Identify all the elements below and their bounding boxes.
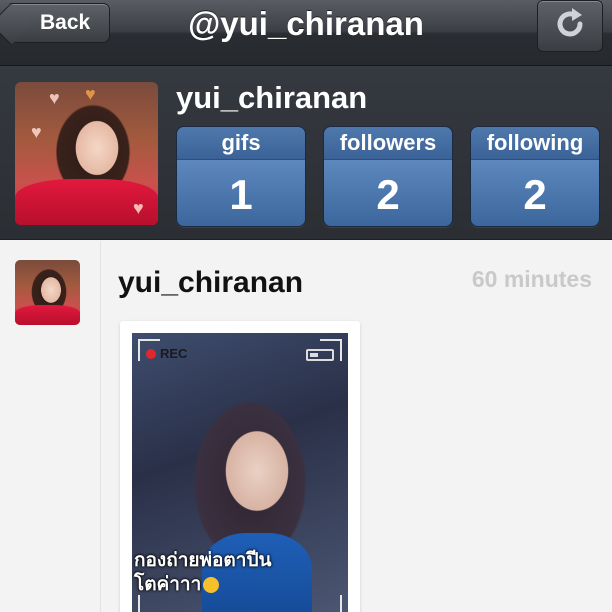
- heart-icon: ♥: [31, 122, 42, 142]
- battery-icon: [306, 349, 334, 361]
- refresh-icon: [551, 5, 589, 48]
- image-caption: กองถ่ายพ่อตาปีน โตค่าาา: [134, 549, 346, 597]
- caption-line-2: โตค่าาา: [134, 573, 346, 597]
- stat-followers[interactable]: followers 2: [323, 126, 453, 227]
- feed: yui_chiranan 60 minutes REC กองถ่ายพ่อตา…: [0, 241, 612, 612]
- post-timestamp: 60 minutes: [471, 266, 592, 292]
- stat-gifs[interactable]: gifs 1: [176, 126, 306, 227]
- caption-line-2-text: โตค่าาา: [134, 574, 202, 595]
- record-dot-icon: [146, 349, 156, 359]
- stat-value: 2: [471, 159, 599, 226]
- stat-label: following: [471, 127, 599, 159]
- avatar[interactable]: ♥ ♥ ♥ ♥: [15, 82, 158, 225]
- stat-label: gifs: [177, 127, 305, 159]
- stat-following[interactable]: following 2: [470, 126, 600, 227]
- post-username[interactable]: yui_chiranan: [118, 266, 303, 300]
- profile-username: yui_chiranan: [176, 80, 368, 115]
- profile-header: ♥ ♥ ♥ ♥ yui_chiranan gifs 1 followers 2 …: [0, 66, 612, 240]
- stat-value: 1: [177, 159, 305, 226]
- caption-line-1: กองถ่ายพ่อตาปีน: [134, 550, 272, 571]
- post-image[interactable]: REC กองถ่ายพ่อตาปีน โตค่าาา: [132, 333, 348, 612]
- viewfinder-corner: [320, 595, 342, 612]
- viewfinder-corner: [138, 595, 160, 612]
- post-image-card[interactable]: REC กองถ่ายพ่อตาปีน โตค่าาา: [120, 321, 360, 612]
- heart-icon: ♥: [85, 84, 96, 104]
- heart-icon: ♥: [133, 198, 144, 218]
- post-avatar[interactable]: [15, 260, 80, 325]
- feed-divider: [100, 241, 101, 612]
- nav-bar: Back @yui_chiranan: [0, 0, 612, 66]
- stat-value: 2: [324, 159, 452, 226]
- heart-icon: ♥: [49, 88, 60, 108]
- smile-emoji-icon: [203, 576, 220, 593]
- rec-label: REC: [160, 346, 188, 361]
- avatar-shirt: [15, 305, 80, 325]
- page-title: @yui_chiranan: [188, 5, 424, 42]
- refresh-button[interactable]: [537, 0, 603, 52]
- stat-label: followers: [324, 127, 452, 159]
